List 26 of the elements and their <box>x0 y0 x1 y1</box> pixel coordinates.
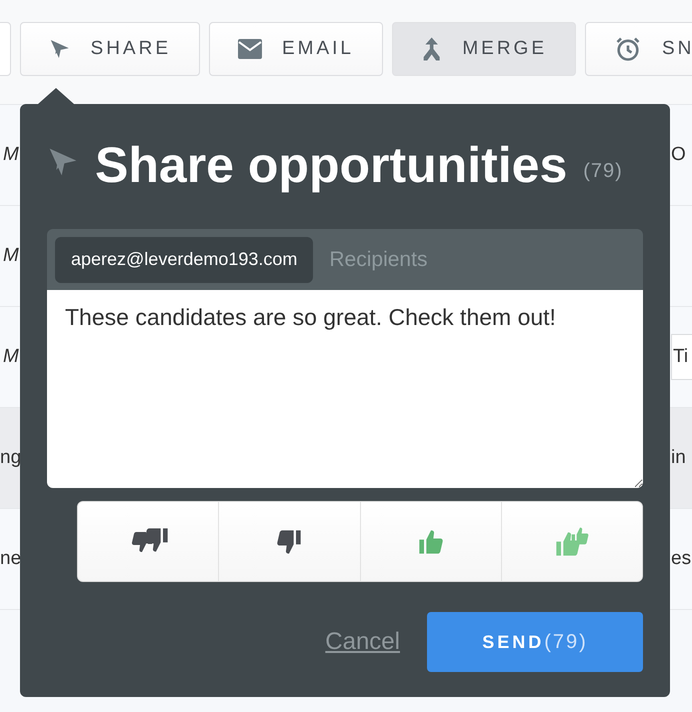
merge-arrow-icon <box>421 37 442 61</box>
paper-plane-icon <box>47 146 79 178</box>
toolbar-button[interactable]: SN <box>585 22 692 76</box>
thumbs-down-icon <box>275 528 304 556</box>
envelope-icon <box>238 37 262 61</box>
recipients-placeholder: Recipients <box>329 246 428 273</box>
message-field[interactable]: These candidates are so great. Check them out! <box>47 290 643 488</box>
toolbar-button[interactable]: SHARE <box>20 22 200 76</box>
thumbs-up-icon <box>416 528 445 556</box>
table-cell-text: ne <box>0 546 20 571</box>
recipient-chip[interactable]: aperez@leverdemo193.com <box>55 236 314 282</box>
table-cell-text: es <box>671 546 692 571</box>
table-cell-text: M <box>2 244 20 268</box>
toolbar-button[interactable]: EMAIL <box>209 22 383 76</box>
table-cell-text: O <box>671 142 687 167</box>
table-cell-text: M <box>2 142 20 167</box>
double-thumbs-up-icon <box>554 526 590 558</box>
table-cell-text: in <box>671 446 687 470</box>
dialog-title: Share opportunities <box>95 140 568 190</box>
table-cell-text: ng <box>0 446 20 470</box>
alarm-clock-icon <box>614 35 642 63</box>
recipients-field[interactable]: aperez@leverdemo193.com Recipients <box>47 229 643 290</box>
table-cell-text: M <box>2 344 20 369</box>
count-label: (79) <box>583 159 623 184</box>
table-cell: Ti <box>671 334 692 380</box>
toolbar-button[interactable]: MERGE <box>392 22 576 76</box>
